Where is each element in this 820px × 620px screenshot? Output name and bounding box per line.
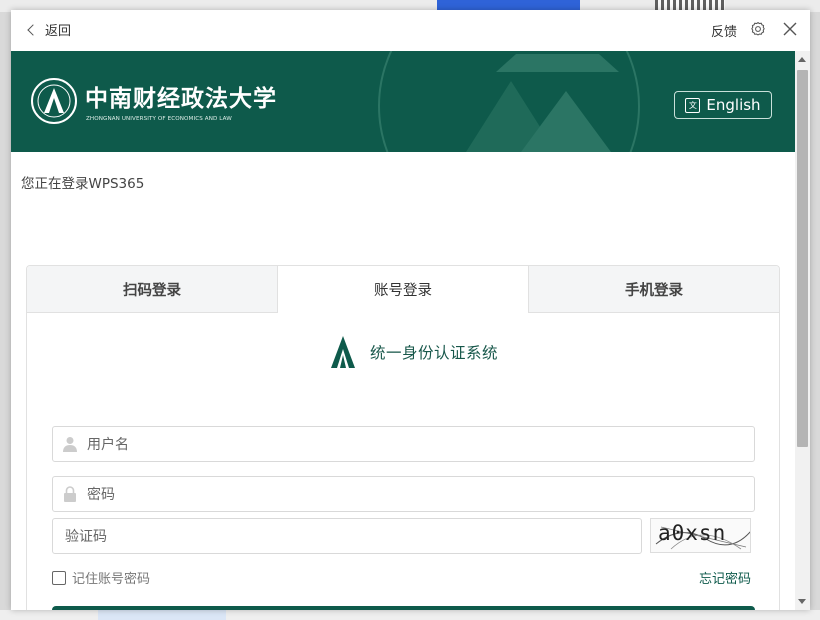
login-tabs: 扫码登录 账号登录 手机登录: [27, 266, 779, 313]
language-icon: 文: [685, 97, 701, 113]
captcha-text: a0xsn: [658, 521, 727, 545]
university-logo-icon: [31, 78, 77, 124]
username-field: [52, 426, 755, 462]
captcha-input[interactable]: [63, 527, 641, 545]
login-dialog: 返回 反馈 中南财经政法大学 ZHONGNAN UNIVERSITY OF EC…: [11, 10, 810, 610]
gear-icon[interactable]: [749, 20, 767, 38]
tab-phone-login[interactable]: 手机登录: [529, 266, 779, 313]
scroll-thumb[interactable]: [797, 70, 808, 447]
captcha-field: [52, 518, 642, 554]
dialog-titlebar: 返回 反馈: [11, 10, 810, 51]
back-label: 返回: [45, 24, 72, 39]
remember-label: 记住账号密码: [72, 572, 151, 587]
feedback-link[interactable]: 反馈: [711, 21, 737, 40]
tab-account-login[interactable]: 账号登录: [277, 266, 529, 313]
forgot-password-link[interactable]: 忘记密码: [699, 568, 751, 587]
remember-option[interactable]: 记住账号密码: [52, 568, 150, 587]
university-banner: 中南财经政法大学 ZHONGNAN UNIVERSITY OF ECONOMIC…: [11, 51, 795, 152]
login-submit-button[interactable]: [52, 606, 755, 610]
close-icon[interactable]: [781, 20, 799, 38]
chevron-left-icon: [27, 23, 39, 36]
system-title: 统一身份认证系统: [370, 344, 499, 362]
username-input[interactable]: [85, 435, 689, 453]
scroll-down-icon[interactable]: [798, 599, 806, 604]
system-logo-icon: [331, 336, 355, 368]
vertical-scrollbar[interactable]: [795, 51, 810, 610]
system-header: 统一身份认证系统: [330, 335, 498, 369]
scroll-up-icon[interactable]: [798, 57, 806, 62]
language-label: English: [706, 96, 761, 114]
background-app-footer: [0, 610, 820, 620]
login-target-notice: 您正在登录WPS365: [21, 176, 145, 192]
captcha-image[interactable]: a0xsn: [650, 518, 751, 553]
tab-scan-login[interactable]: 扫码登录: [27, 266, 277, 313]
user-icon: [63, 437, 77, 452]
university-name-cn: 中南财经政法大学: [85, 85, 277, 112]
language-switch-button[interactable]: 文 English: [674, 91, 772, 119]
lock-icon: [64, 486, 76, 502]
login-card: 扫码登录 账号登录 手机登录 统一身份认证系统 用户名 验证码 a0xsn 记住…: [26, 265, 780, 610]
back-button[interactable]: 返回: [27, 20, 72, 39]
university-name-en: ZHONGNAN UNIVERSITY OF ECONOMICS AND LAW: [86, 116, 232, 122]
remember-checkbox[interactable]: [52, 570, 66, 585]
password-input[interactable]: [85, 485, 689, 503]
background-footer-segment: [98, 610, 226, 620]
password-field: [52, 476, 755, 512]
